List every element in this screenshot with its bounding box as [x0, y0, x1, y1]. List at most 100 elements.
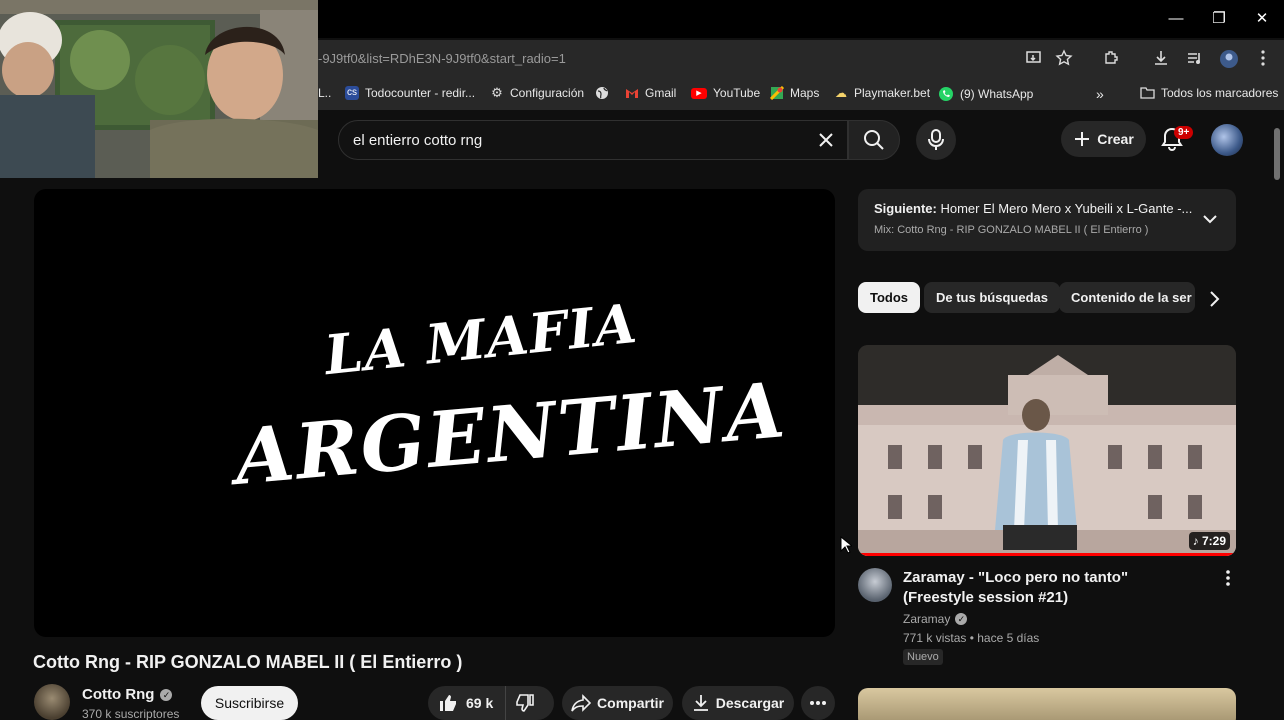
- bookmark-todocounter[interactable]: cs Todocounter - redir...: [345, 86, 475, 100]
- chip-contenido[interactable]: Contenido de la ser: [1059, 282, 1195, 313]
- subscribe-button[interactable]: Suscribirse: [201, 686, 298, 720]
- more-vertical-icon: [1226, 570, 1230, 586]
- scrollbar-thumb[interactable]: [1274, 128, 1280, 180]
- whatsapp-icon: [939, 87, 953, 101]
- recommendation-channel[interactable]: Zaramay ✓: [903, 612, 968, 626]
- media-control-icon[interactable]: [1185, 49, 1205, 69]
- search-box[interactable]: el entierro cotto rng: [338, 120, 848, 160]
- more-bookmarks-button[interactable]: »: [1096, 86, 1104, 102]
- create-button[interactable]: Crear: [1061, 121, 1146, 157]
- video-title: Cotto Rng - RIP GONZALO MABEL II ( El En…: [33, 652, 463, 672]
- address-bar[interactable]: -9J9tf0&list=RDhE3N-9J9tf0&start_radio=1: [318, 40, 1284, 78]
- like-count: 69 k: [466, 695, 494, 711]
- share-button[interactable]: Compartir: [562, 686, 673, 720]
- chip-de-tus-busquedas[interactable]: De tus búsquedas: [924, 282, 1060, 313]
- thumbs-down-icon: [516, 694, 535, 712]
- all-bookmarks-button[interactable]: Todos los marcadores: [1140, 86, 1278, 100]
- bookmark-configuracion[interactable]: ⚙ Configuración: [490, 85, 585, 101]
- more-actions-button[interactable]: [801, 686, 835, 720]
- video-duration: ♪ 7:29: [1188, 532, 1230, 550]
- bookmark-label: Configuración: [510, 86, 585, 100]
- search-button[interactable]: [848, 120, 900, 160]
- more-horizontal-icon: [810, 701, 826, 705]
- plus-icon: [1075, 132, 1090, 146]
- video-logo-line1: LA MAFIA: [321, 290, 641, 388]
- next-recommendation-thumbnail[interactable]: [858, 688, 1236, 720]
- new-badge: Nuevo: [903, 649, 943, 665]
- mix-playlist-panel[interactable]: Siguiente: Homer El Mero Mero x Yubeili …: [858, 189, 1236, 251]
- mouse-cursor-icon: [840, 536, 852, 554]
- channel-avatar[interactable]: [34, 684, 70, 720]
- search-input[interactable]: el entierro cotto rng: [353, 132, 482, 149]
- bookmark-label: YouTube: [713, 86, 761, 100]
- next-title: Homer El Mero Mero x Yubeili x L-Gante -…: [940, 201, 1193, 216]
- close-window-button[interactable]: ✕: [1250, 8, 1274, 30]
- chip-todos[interactable]: Todos: [858, 282, 921, 313]
- like-button[interactable]: 69 k: [428, 686, 507, 720]
- thumbs-up-icon: [440, 695, 456, 711]
- verified-icon: ✓: [955, 613, 968, 625]
- globe-icon: [596, 87, 608, 99]
- download-button[interactable]: Descargar: [682, 686, 794, 720]
- folder-icon: [1140, 87, 1155, 99]
- chevron-right-icon[interactable]: [1203, 288, 1225, 310]
- search-icon: [864, 130, 884, 150]
- playlist-next: Siguiente: Homer El Mero Mero x Yubeili …: [874, 201, 1192, 216]
- bookmark-label: Todos los marcadores: [1161, 86, 1279, 100]
- maps-icon: [770, 86, 784, 100]
- scrollbar-track[interactable]: [1272, 112, 1284, 720]
- bookmark-youtube[interactable]: ▶ YouTube: [691, 86, 760, 100]
- clear-search-button[interactable]: [813, 127, 839, 153]
- browser-menu-icon[interactable]: [1253, 49, 1273, 69]
- gear-icon: ⚙: [491, 85, 503, 100]
- mix-title: Mix: Cotto Rng - RIP GONZALO MABEL II ( …: [874, 224, 1149, 236]
- more-bookmarks-icon: »: [1096, 86, 1104, 102]
- bookmark-maps[interactable]: Maps: [770, 86, 819, 100]
- notification-badge: 9+: [1174, 126, 1194, 139]
- webcam-overlay: [0, 0, 318, 178]
- youtube-masthead: el entierro cotto rng Crear 9+: [318, 112, 1284, 168]
- video-player[interactable]: LA MAFIA ARGENTINA: [34, 189, 835, 637]
- bookmark-whatsapp[interactable]: (9) WhatsApp: [938, 86, 1033, 102]
- bookmark-label: Maps: [790, 86, 820, 100]
- thumbnail-image: [858, 345, 1236, 556]
- profile-icon[interactable]: [1219, 49, 1239, 69]
- minimize-button[interactable]: —: [1164, 8, 1188, 30]
- share-label: Compartir: [597, 695, 664, 711]
- video-logo-line2: ARGENTINA: [231, 365, 790, 502]
- bookmark-globe[interactable]: [595, 86, 609, 100]
- gmail-icon: [626, 88, 638, 98]
- channel-name[interactable]: Cotto Rng ✓: [82, 686, 173, 703]
- verified-icon: ✓: [160, 688, 173, 701]
- bookmark-label: (9) WhatsApp: [960, 87, 1034, 101]
- subscriber-count: 370 k suscriptores: [82, 707, 180, 720]
- recommendation-thumbnail[interactable]: ♪ 7:29: [858, 345, 1236, 556]
- extensions-icon[interactable]: [1101, 49, 1121, 69]
- close-icon: [819, 133, 833, 147]
- dislike-button[interactable]: [506, 686, 544, 720]
- bookmark-playmaker[interactable]: ☁ Playmaker.bet: [834, 86, 930, 100]
- account-avatar[interactable]: [1211, 124, 1243, 156]
- install-app-icon[interactable]: [1024, 49, 1044, 69]
- voice-search-button[interactable]: [916, 120, 956, 160]
- channel-name-text: Cotto Rng: [82, 686, 155, 703]
- todocounter-icon: cs: [345, 86, 359, 100]
- downloads-icon[interactable]: [1151, 49, 1171, 69]
- microphone-icon: [928, 129, 944, 150]
- bookmark-label: Gmail: [645, 86, 677, 100]
- recommendation-title[interactable]: Zaramay - "Loco pero no tanto" (Freestyl…: [903, 568, 1203, 608]
- youtube-icon: ▶: [691, 87, 707, 99]
- share-icon: [571, 694, 592, 712]
- restore-button[interactable]: ❐: [1207, 8, 1231, 30]
- bookmark-star-icon[interactable]: [1054, 49, 1074, 69]
- chevron-down-icon[interactable]: [1200, 209, 1220, 229]
- recommendation-menu-button[interactable]: [1220, 570, 1236, 590]
- bookmark-item[interactable]: L..: [318, 86, 331, 100]
- bookmark-label: Playmaker.bet: [854, 86, 931, 100]
- next-label: Siguiente:: [874, 201, 937, 216]
- recommendation-channel-avatar[interactable]: [858, 568, 892, 602]
- bookmark-gmail[interactable]: Gmail: [625, 86, 676, 100]
- bookmark-label: Todocounter - redir...: [365, 86, 476, 100]
- bookmark-label: L..: [318, 86, 332, 100]
- url-text[interactable]: -9J9tf0&list=RDhE3N-9J9tf0&start_radio=1: [318, 51, 566, 66]
